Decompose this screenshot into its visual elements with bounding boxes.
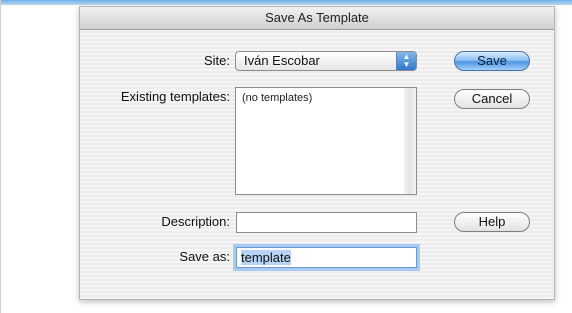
save-as-value: template bbox=[241, 250, 291, 265]
dialog-title: Save As Template bbox=[80, 7, 554, 30]
save-as-field[interactable]: template bbox=[236, 247, 417, 268]
site-label: Site: bbox=[203, 53, 230, 68]
description-field[interactable] bbox=[236, 212, 417, 233]
existing-templates-scrollbar[interactable] bbox=[404, 87, 417, 195]
save-as-template-dialog: Save As Template Site: Iván Escobar ▲ ▼ E… bbox=[79, 6, 555, 300]
existing-templates-label: Existing templates: bbox=[120, 89, 230, 104]
list-item[interactable]: (no templates) bbox=[242, 92, 399, 104]
existing-templates-list[interactable]: (no templates) bbox=[235, 87, 406, 195]
save-as-label: Save as: bbox=[179, 249, 230, 264]
site-popup-value: Iván Escobar bbox=[244, 53, 320, 68]
help-button[interactable]: Help bbox=[454, 212, 530, 232]
description-label: Description: bbox=[161, 214, 230, 229]
site-popup[interactable]: Iván Escobar ▲ ▼ bbox=[235, 51, 417, 71]
up-down-arrows-icon: ▲ ▼ bbox=[396, 52, 416, 70]
window-left-edge bbox=[0, 0, 1, 313]
cancel-button[interactable]: Cancel bbox=[454, 89, 530, 109]
window-top-edge bbox=[0, 0, 572, 5]
save-button[interactable]: Save bbox=[454, 51, 530, 71]
